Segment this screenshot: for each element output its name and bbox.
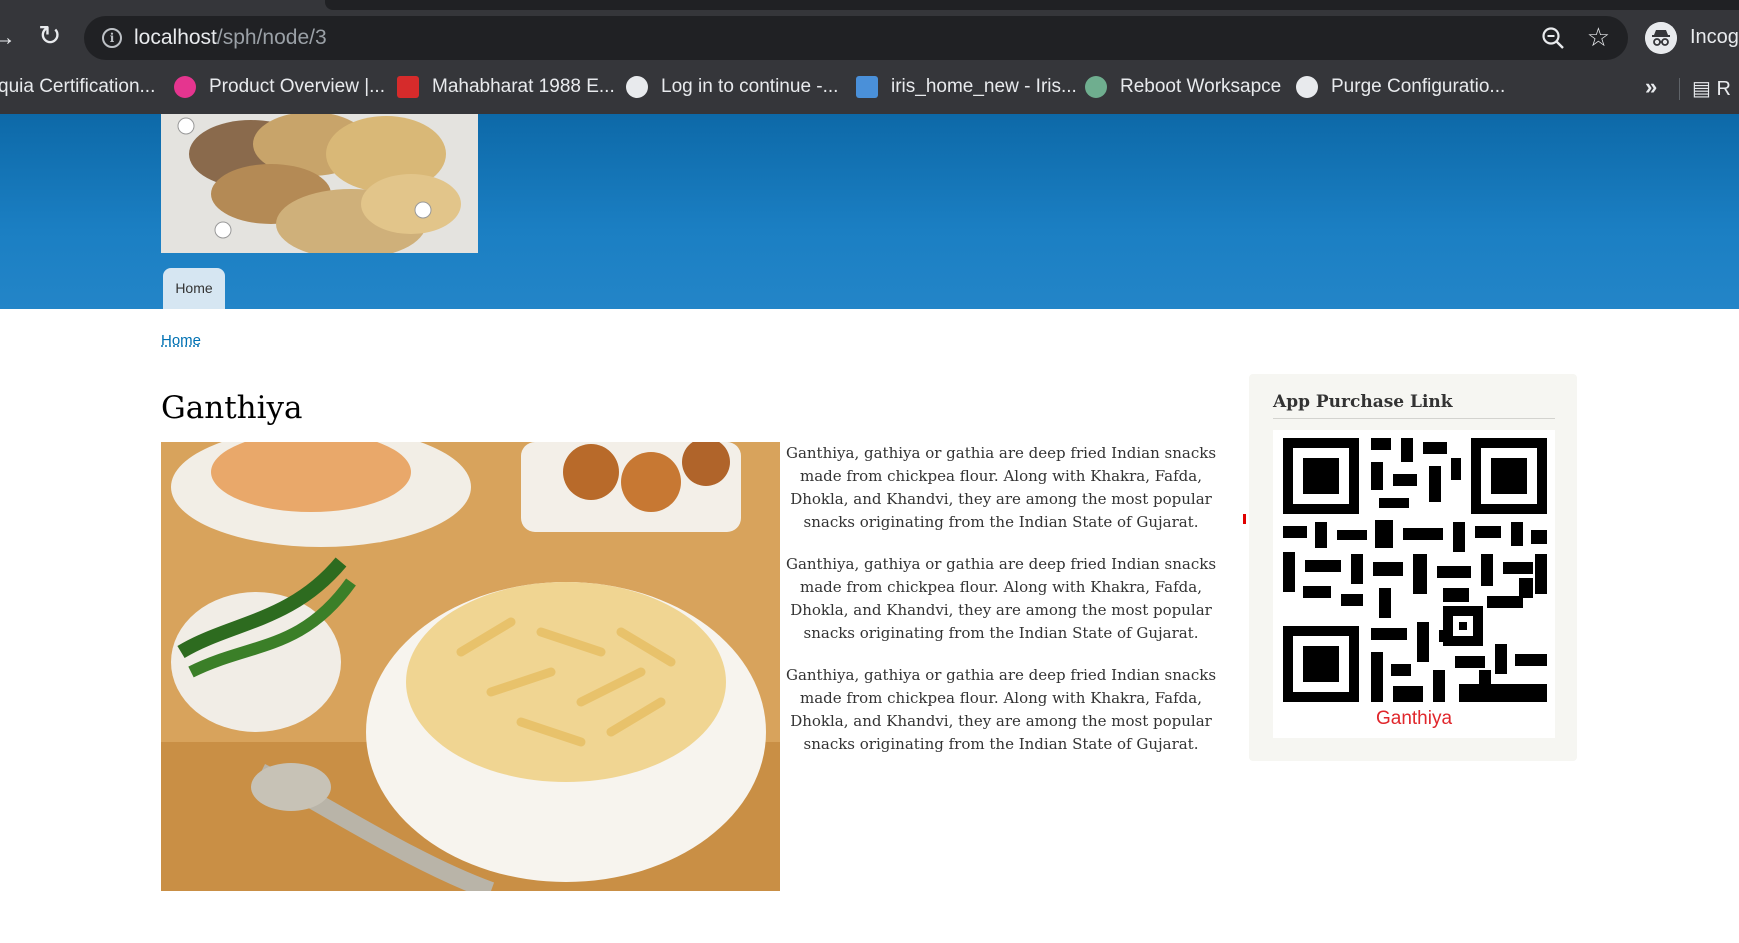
bookmark-item[interactable]: Mahabharat 1988 E... xyxy=(397,74,615,100)
reload-icon[interactable]: ↻ xyxy=(38,22,61,50)
address-bar[interactable]: i localhost/sph/node/3 ☆ xyxy=(84,16,1628,60)
bookmarks-overflow-chevron-icon[interactable]: » xyxy=(1645,74,1657,100)
reading-list-icon: ▤ xyxy=(1692,78,1717,100)
site-logo[interactable] xyxy=(161,114,478,253)
bookmark-item[interactable]: Purge Configuratio... xyxy=(1296,74,1505,100)
ganthiya-image xyxy=(161,442,780,891)
bookmark-item[interactable]: iris_home_new - Iris... xyxy=(856,74,1077,100)
globe-icon xyxy=(626,76,648,98)
tab-strip xyxy=(325,0,1739,10)
globe-icon xyxy=(1296,76,1318,98)
site-header: Home xyxy=(0,114,1739,309)
nav-tab-home[interactable]: Home xyxy=(163,268,225,309)
mahabharat-icon xyxy=(397,76,419,98)
product-overview-icon xyxy=(174,76,196,98)
page-title: Ganthiya xyxy=(161,390,303,426)
zoom-icon[interactable] xyxy=(1540,25,1566,51)
bookmark-label: Log in to continue -... xyxy=(661,76,839,97)
reading-list-label: R xyxy=(1716,78,1731,100)
bookmark-item[interactable]: quia Certification... xyxy=(0,74,155,100)
incognito-icon[interactable] xyxy=(1645,22,1677,54)
article-paragraph: Ganthiya, gathiya or gathia are deep fri… xyxy=(785,555,1217,642)
bookmark-label: Reboot Worksapce xyxy=(1120,76,1282,97)
app-purchase-block: App Purchase Link Ganthiya xyxy=(1249,374,1577,761)
iris-icon xyxy=(856,76,878,98)
article-body: Ganthiya, gathiya or gathia are deep fri… xyxy=(781,442,1221,775)
reading-list-button[interactable]: ▤ R xyxy=(1692,76,1731,101)
block-divider xyxy=(1273,418,1555,419)
url-text[interactable]: localhost/sph/node/3 xyxy=(134,26,327,50)
bookmark-star-icon[interactable]: ☆ xyxy=(1587,22,1610,52)
bookmark-label: Purge Configuratio... xyxy=(1331,76,1506,97)
url-path: /sph/node/3 xyxy=(216,26,327,49)
breadcrumb-home-link[interactable]: Home xyxy=(161,332,201,349)
profile-label[interactable]: Incogn xyxy=(1690,26,1739,49)
info-icon[interactable]: i xyxy=(102,28,122,48)
browser-chrome: → ↻ i localhost/sph/node/3 ☆ Incogn quia… xyxy=(0,0,1739,114)
forward-arrow-icon[interactable]: → xyxy=(0,26,16,50)
reboot-icon xyxy=(1085,76,1107,98)
bookmark-label: Product Overview |... xyxy=(209,76,385,97)
qr-caption: Ganthiya xyxy=(1375,708,1453,729)
bookmark-item[interactable]: Product Overview |... xyxy=(174,74,385,100)
qr-code-image xyxy=(1283,438,1547,702)
bookmark-label: quia Certification... xyxy=(0,76,156,97)
block-title: App Purchase Link xyxy=(1273,392,1453,412)
qr-card[interactable]: Ganthiya xyxy=(1273,430,1555,738)
bookmark-item[interactable]: Reboot Worksapce xyxy=(1085,74,1281,100)
bookmark-item[interactable]: Log in to continue -... xyxy=(626,74,838,100)
bookmarks-bar: quia Certification... Product Overview |… xyxy=(0,66,1739,106)
cursor-mark xyxy=(1243,514,1246,524)
url-host: localhost xyxy=(134,26,217,49)
article-paragraph: Ganthiya, gathiya or gathia are deep fri… xyxy=(785,666,1217,753)
bookmarks-divider xyxy=(1679,78,1680,100)
bookmark-label: iris_home_new - Iris... xyxy=(891,76,1077,97)
article-paragraph: Ganthiya, gathiya or gathia are deep fri… xyxy=(785,444,1217,531)
bookmark-label: Mahabharat 1988 E... xyxy=(432,76,615,97)
papad-logo-image xyxy=(161,114,478,253)
